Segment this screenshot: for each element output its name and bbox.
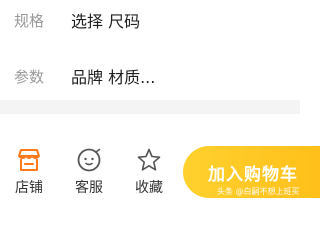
param-value: 品牌 材质... [71, 68, 156, 87]
store-button[interactable]: 店铺 [7, 146, 51, 200]
param-row[interactable]: 参数 品牌 材质... [0, 56, 300, 96]
favorite-button[interactable]: 收藏 [127, 146, 171, 200]
star-icon [135, 146, 163, 174]
spec-row[interactable]: 规格 选择 尺码 [0, 0, 300, 40]
section-divider [0, 100, 300, 114]
favorite-label: 收藏 [135, 180, 163, 196]
customer-service-button[interactable]: 客服 [67, 146, 111, 200]
spec-label: 规格 [14, 11, 45, 30]
param-label: 参数 [14, 67, 45, 86]
spec-value: 选择 尺码 [71, 12, 141, 31]
store-label: 店铺 [15, 180, 43, 196]
customer-service-label: 客服 [75, 180, 103, 196]
watermark-text: 头条 @白嗣不想上班买 [217, 187, 300, 196]
store-icon [15, 146, 43, 174]
smiley-service-icon [75, 146, 103, 174]
add-to-cart-label: 加入购物车 [208, 165, 298, 185]
